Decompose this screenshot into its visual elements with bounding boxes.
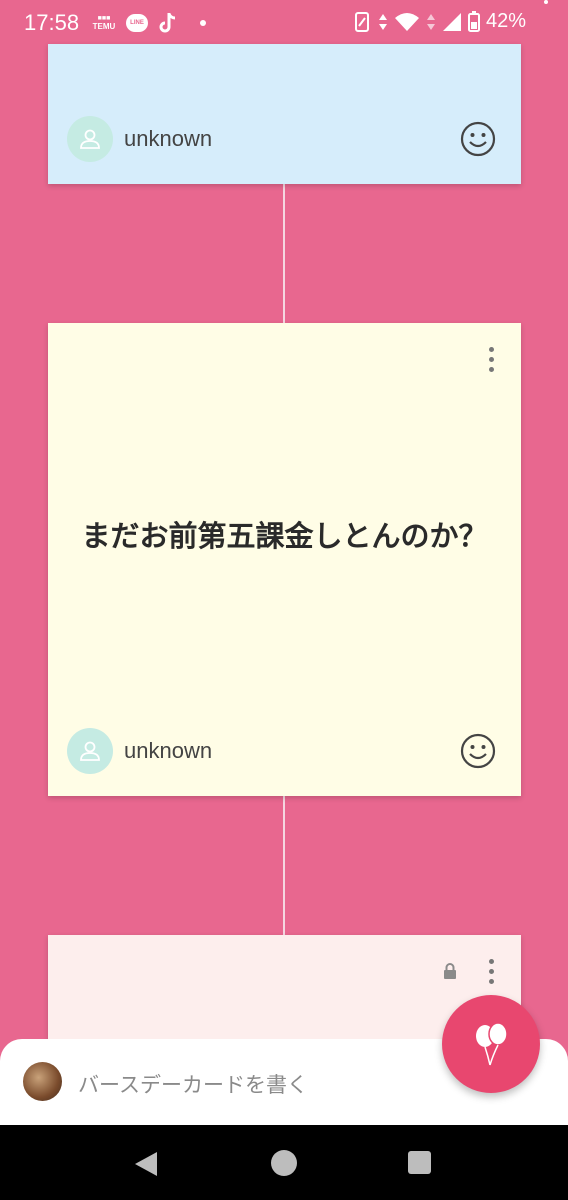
line-icon: LINE — [126, 14, 148, 32]
balloon-button[interactable] — [442, 995, 540, 1093]
balloon-icon — [476, 1022, 508, 1066]
system-nav-bar — [0, 1125, 568, 1200]
status-system-icons: 42% — [352, 10, 526, 33]
reaction-smile-icon[interactable] — [460, 733, 496, 769]
user-avatar — [23, 1062, 62, 1101]
cell-signal-icon — [442, 12, 461, 31]
status-bar: 17:58 ■■■ TEMU LINE 42% — [0, 0, 568, 44]
card-menu-icon[interactable] — [489, 959, 495, 984]
timeline-connector — [283, 184, 285, 323]
recents-icon[interactable] — [408, 1151, 431, 1174]
default-avatar-icon — [67, 116, 113, 162]
overflow-menu-icon[interactable] — [544, 0, 548, 12]
lock-icon — [444, 963, 456, 979]
author-name: unknown — [124, 126, 213, 151]
notification-dot-icon — [200, 20, 206, 26]
battery-icon — [467, 10, 480, 32]
vibrate-icon — [354, 11, 369, 32]
composer-placeholder[interactable]: バースデーカードを書く — [78, 1069, 308, 1099]
reaction-smile-icon[interactable] — [460, 121, 496, 157]
message-card[interactable]: unknown — [48, 44, 521, 184]
message-card[interactable]: まだお前第五課金しとんのか？ unknown — [48, 323, 521, 796]
temu-icon: ■■■ TEMU — [92, 15, 116, 31]
data-arrows-icon — [378, 13, 387, 30]
battery-percent: 42% — [485, 10, 526, 32]
signal-arrows-icon — [426, 13, 435, 30]
default-avatar-icon — [67, 728, 113, 774]
card-author: unknown — [67, 728, 212, 774]
status-time: 17:58 — [24, 10, 80, 35]
status-app-icons: ■■■ TEMU LINE — [92, 12, 206, 34]
wifi-icon — [394, 12, 419, 31]
card-author: unknown — [67, 116, 212, 162]
timeline-connector — [283, 796, 285, 935]
card-menu-icon[interactable] — [489, 347, 495, 372]
author-name: unknown — [124, 738, 213, 763]
tiktok-icon — [159, 13, 176, 33]
home-icon[interactable] — [271, 1150, 297, 1176]
card-message: まだお前第五課金しとんのか？ — [81, 519, 488, 553]
back-icon[interactable] — [133, 1150, 159, 1178]
